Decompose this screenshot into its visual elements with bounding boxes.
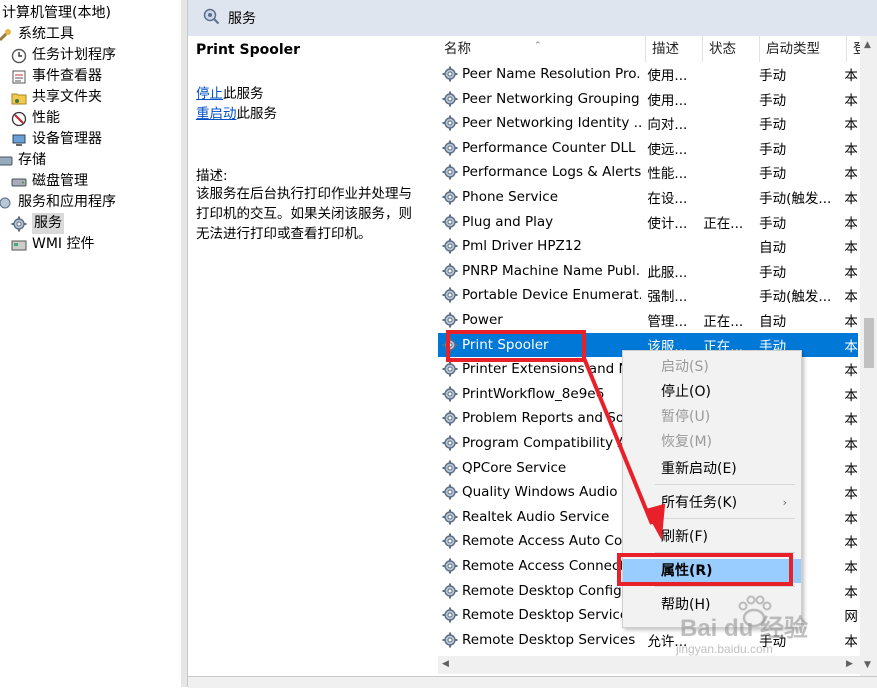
- annotation-arrow: [582, 357, 666, 541]
- baidu-watermark: Bai du 经验 jingyan.baidu.com: [676, 594, 870, 664]
- watermark-url: jingyan.baidu.com: [676, 642, 773, 656]
- watermark-brand: Bai du 经验: [680, 615, 809, 642]
